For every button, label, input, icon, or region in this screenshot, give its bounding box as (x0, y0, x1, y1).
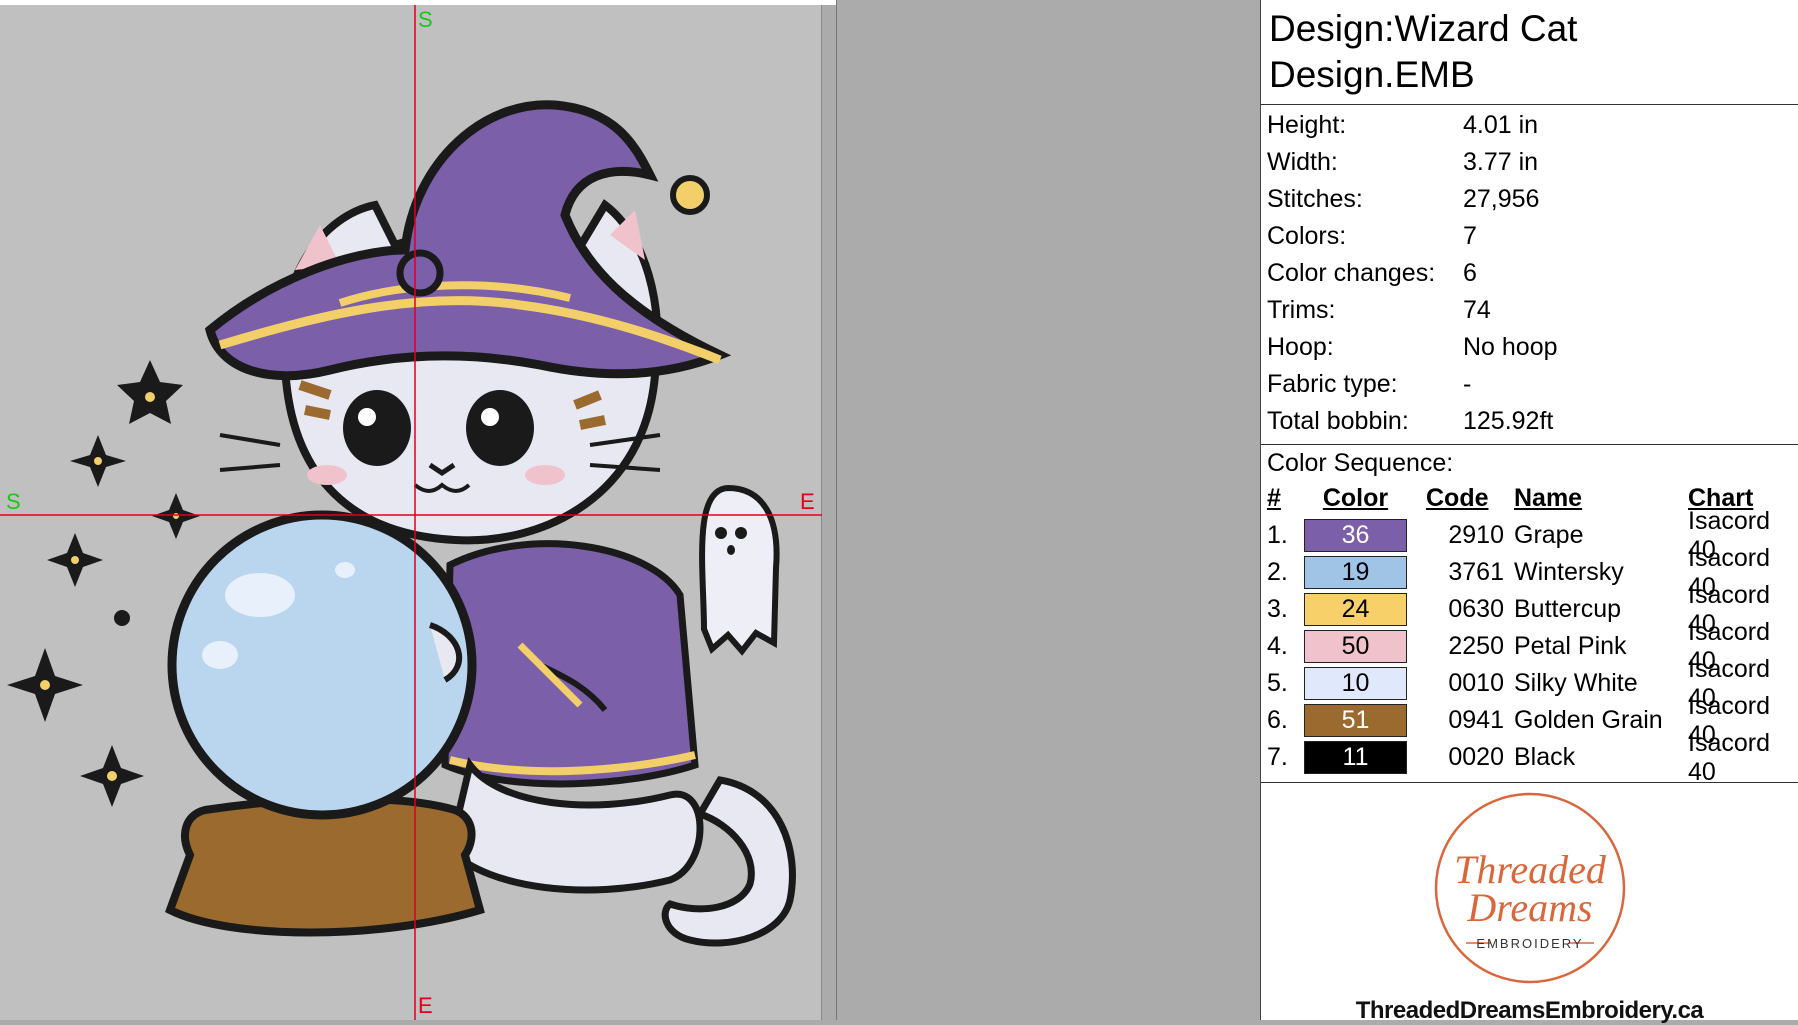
color-sequence: Color Sequence: # Color Code Name Chart … (1261, 445, 1798, 786)
prop-width: Width: 3.77 in (1267, 148, 1539, 176)
canvas-gutter (836, 0, 1250, 1020)
color-swatch: 24 (1304, 593, 1407, 626)
ghost (699, 484, 780, 656)
svg-text:Dreams: Dreams (1466, 885, 1592, 930)
axis-label-left: S (6, 489, 21, 514)
color-swatch: 11 (1304, 741, 1407, 774)
color-swatch: 36 (1304, 519, 1407, 552)
prop-stitches: Stitches: 27,956 (1267, 185, 1540, 213)
color-swatch: 10 (1304, 667, 1407, 700)
axis-label-bottom: E (418, 993, 433, 1018)
design-filename: Design.EMB (1269, 54, 1475, 95)
design-info-panel: Design:Wizard Cat Design.EMB Height: 4.01… (1260, 0, 1798, 1024)
prop-fabric-type: Fabric type: - (1267, 370, 1472, 398)
prop-color-changes: Color changes: 6 (1267, 259, 1477, 287)
svg-text:EMBROIDERY: EMBROIDERY (1476, 936, 1583, 951)
design-properties: Height: 4.01 in Width: 3.77 in Stitches: 27… (1261, 105, 1798, 445)
prop-total-bobbin: Total bobbin: 125.92ft (1267, 407, 1554, 435)
color-swatch: 19 (1304, 556, 1407, 589)
design-canvas[interactable]: S E S E (0, 5, 822, 1020)
prop-height: Height: 4.01 in (1267, 111, 1539, 139)
brand-url[interactable]: ThreadedDreamsEmbroidery.ca (1261, 997, 1798, 1025)
star-sparkles (7, 360, 200, 807)
design-header: Design:Wizard Cat Design.EMB (1261, 0, 1798, 105)
prop-hoop: Hoop: No hoop (1267, 333, 1558, 361)
prop-trims: Trims: 74 (1267, 296, 1491, 324)
axis-label-right: E (800, 489, 815, 514)
color-swatch: 51 (1304, 704, 1407, 737)
axis-label-top: S (418, 7, 433, 32)
threaded-dreams-logo: Threaded Dreams EMBROIDERY (1434, 792, 1626, 984)
brand-logo: Threaded Dreams EMBROIDERY (1261, 783, 1798, 993)
embroidery-preview (0, 5, 822, 1020)
prop-colors: Colors: 7 (1267, 222, 1477, 250)
color-swatch: 50 (1304, 630, 1407, 663)
color-sequence-title: Color Sequence: (1267, 449, 1454, 477)
design-title: Design:Wizard Cat (1269, 8, 1578, 49)
color-sequence-row: 7. 11 0020 Black Isacord 40 (1267, 728, 1770, 786)
